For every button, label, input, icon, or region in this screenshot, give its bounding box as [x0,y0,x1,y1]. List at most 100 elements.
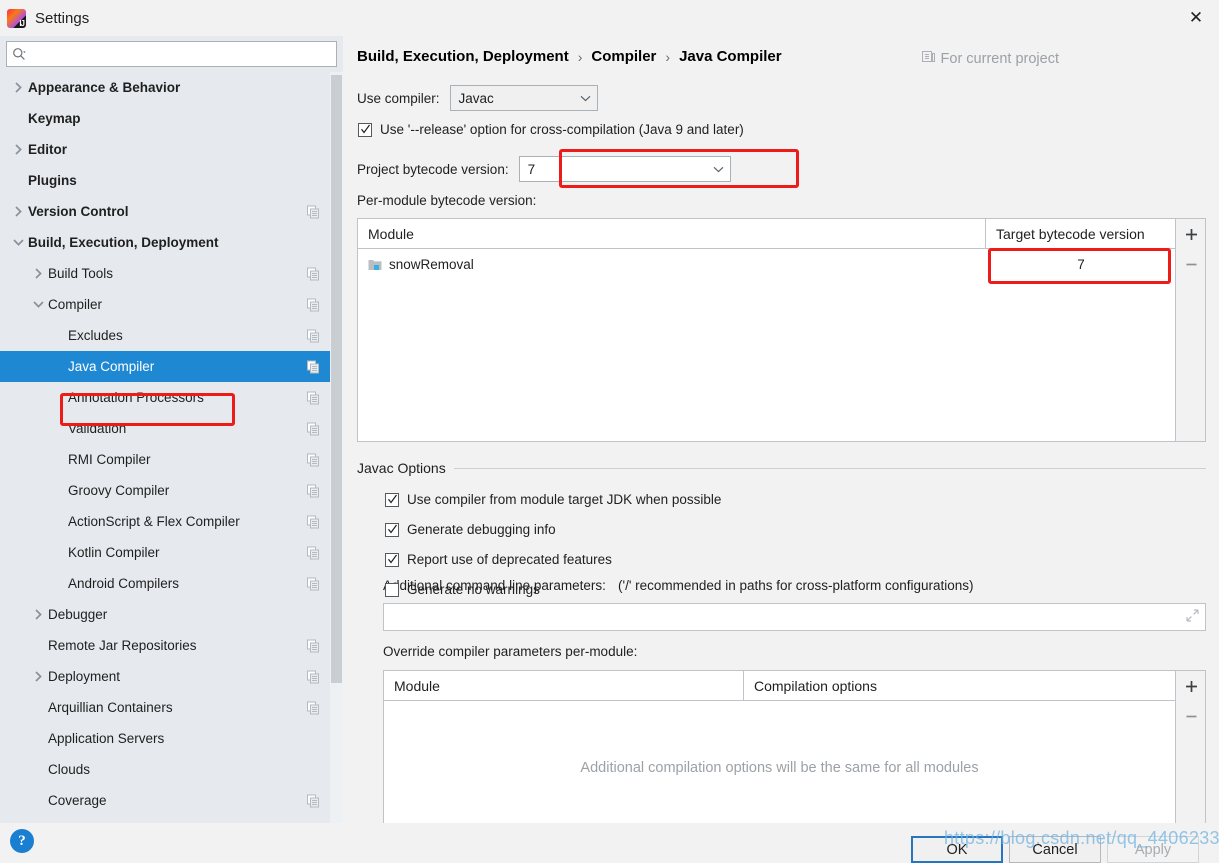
sidebar-item-editor[interactable]: Editor [0,134,330,165]
module-table-col-target[interactable]: Target bytecode version [986,219,1176,248]
javac-option-label: Generate debugging info [407,522,556,537]
sidebar-scrollbar-thumb[interactable] [331,75,342,683]
sidebar-item-actionscript-flex-compiler[interactable]: ActionScript & Flex Compiler [0,506,330,537]
sidebar-item-build-tools[interactable]: Build Tools [0,258,330,289]
override-table-col-module[interactable]: Module [384,671,744,700]
chevron-down-icon[interactable] [8,238,28,247]
javac-option-checkbox[interactable] [385,492,399,507]
javac-option-row-1[interactable]: Generate debugging info [385,522,556,537]
javac-option-row-0[interactable]: Use compiler from module target JDK when… [385,492,721,507]
settings-sidebar: Appearance & Behavior Keymap Editor Plugins… [0,36,343,823]
chevron-right-icon[interactable] [8,206,28,217]
sidebar-item-excludes[interactable]: Excludes [0,320,330,351]
javac-option-label: Report use of deprecated features [407,552,612,567]
copy-settings-icon[interactable] [307,794,320,807]
sidebar-item-label: Build Tools [48,266,114,281]
sidebar-item-annotation-processors[interactable]: Annotation Processors [0,382,330,413]
table-row[interactable]: snowRemoval 7 [358,249,1205,279]
module-name-text: snowRemoval [389,256,474,272]
additional-params-input[interactable] [383,603,1206,631]
chevron-right-icon[interactable] [28,671,48,682]
sidebar-item-remote-jar-repositories[interactable]: Remote Jar Repositories [0,630,330,661]
copy-settings-icon[interactable] [307,422,320,435]
sidebar-item-coverage[interactable]: Coverage [0,785,330,816]
override-params-table[interactable]: Module Compilation options Additional co… [383,670,1206,835]
javac-option-row-2[interactable]: Report use of deprecated features [385,552,612,567]
release-option-row[interactable]: Use '--release' option for cross-compila… [358,122,744,137]
override-table-header: Module Compilation options [384,671,1205,701]
chevron-right-icon[interactable] [28,268,48,279]
sidebar-item-version-control[interactable]: Version Control [0,196,330,227]
module-icon [368,258,382,271]
remove-override-button[interactable] [1176,701,1206,731]
copy-settings-icon[interactable] [307,267,320,280]
copy-settings-icon[interactable] [307,701,320,714]
copy-settings-icon[interactable] [307,515,320,528]
javac-option-checkbox[interactable] [385,552,399,567]
breadcrumb-item-1[interactable]: Compiler [591,48,656,65]
override-table-col-options[interactable]: Compilation options [744,671,1177,700]
sidebar-item-clouds[interactable]: Clouds [0,754,330,785]
close-icon[interactable]: ✕ [1173,0,1219,36]
copy-settings-icon[interactable] [307,484,320,497]
copy-settings-icon[interactable] [307,298,320,311]
add-override-button[interactable] [1176,671,1206,701]
javac-option-label: Generate no warnings [407,582,540,597]
breadcrumb: Build, Execution, Deployment › Compiler … [357,48,782,65]
copy-settings-icon[interactable] [307,577,320,590]
module-name-cell[interactable]: snowRemoval [358,249,986,279]
breadcrumb-item-0[interactable]: Build, Execution, Deployment [357,48,569,65]
remove-module-button[interactable] [1176,249,1206,279]
expand-icon[interactable] [1186,609,1199,625]
javac-option-checkbox[interactable] [385,522,399,537]
module-target-cell[interactable]: 7 [986,249,1176,279]
sidebar-item-arquillian-containers[interactable]: Arquillian Containers [0,692,330,723]
search-input[interactable] [29,42,336,66]
copy-settings-icon[interactable] [307,360,320,373]
chevron-right-icon[interactable] [8,144,28,155]
settings-main-panel: Build, Execution, Deployment › Compiler … [343,36,1219,835]
copy-settings-icon[interactable] [307,670,320,683]
sidebar-item-compiler[interactable]: Compiler [0,289,330,320]
sidebar-item-groovy-compiler[interactable]: Groovy Compiler [0,475,330,506]
copy-settings-icon[interactable] [307,205,320,218]
chevron-right-icon[interactable] [8,82,28,93]
help-icon[interactable]: ? [10,829,34,853]
sidebar-item-label: Editor [28,142,67,157]
use-compiler-select[interactable]: Javac [449,85,598,111]
sidebar-item-label: Version Control [28,204,129,219]
copy-settings-icon[interactable] [307,329,320,342]
override-section-label: Override compiler parameters per-module: [383,644,638,659]
sidebar-item-plugins[interactable]: Plugins [0,165,330,196]
copy-settings-icon[interactable] [307,639,320,652]
sidebar-item-deployment[interactable]: Deployment [0,661,330,692]
sidebar-item-label: Compiler [48,297,103,312]
add-module-button[interactable] [1176,219,1206,249]
search-box[interactable] [6,41,337,67]
module-table-col-module[interactable]: Module [358,219,986,248]
sidebar-item-kotlin-compiler[interactable]: Kotlin Compiler [0,537,330,568]
release-option-checkbox[interactable] [358,122,372,137]
sidebar-item-android-compilers[interactable]: Android Compilers [0,568,330,599]
sidebar-item-debugger[interactable]: Debugger [0,599,330,630]
copy-settings-icon[interactable] [307,391,320,404]
sidebar-item-validation[interactable]: Validation [0,413,330,444]
javac-option-checkbox[interactable] [385,582,399,597]
settings-tree[interactable]: Appearance & Behavior Keymap Editor Plugins… [0,72,330,823]
sidebar-item-java-compiler[interactable]: Java Compiler [0,351,330,382]
module-bytecode-table[interactable]: Module Target bytecode version snowRemov… [357,218,1206,442]
sidebar-item-keymap[interactable]: Keymap [0,103,330,134]
sidebar-item-application-servers[interactable]: Application Servers [0,723,330,754]
module-table-toolbar [1175,219,1205,441]
chevron-right-icon[interactable] [28,609,48,620]
sidebar-item-appearance-behavior[interactable]: Appearance & Behavior [0,72,330,103]
javac-option-row-3[interactable]: Generate no warnings [385,582,540,597]
sidebar-item-rmi-compiler[interactable]: RMI Compiler [0,444,330,475]
project-bytecode-select[interactable]: 7 [518,156,731,182]
sidebar-item-build-execution-deployment[interactable]: Build, Execution, Deployment [0,227,330,258]
copy-settings-icon[interactable] [307,546,320,559]
copy-settings-icon[interactable] [307,453,320,466]
window-title: Settings [35,9,90,27]
chevron-down-icon[interactable] [28,300,48,309]
chevron-down-icon [575,95,597,102]
